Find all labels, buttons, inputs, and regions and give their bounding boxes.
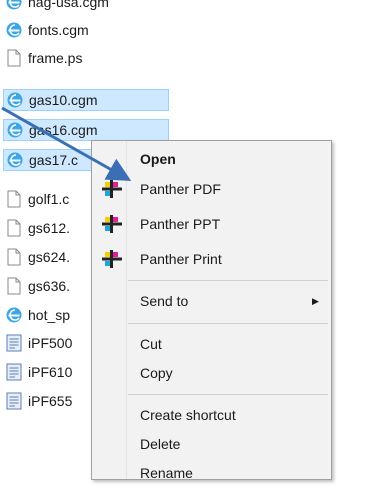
- file-name: iPF610: [28, 364, 73, 380]
- file-name: gs624.: [28, 249, 71, 265]
- menu-item-label: Open: [140, 151, 176, 167]
- blank-file-icon: [7, 248, 21, 266]
- menu-item-cut[interactable]: Cut: [92, 328, 331, 360]
- panther-icon: [102, 215, 122, 233]
- document-file-icon: [6, 334, 22, 352]
- file-name: nag-usa.cgm: [28, 0, 109, 10]
- file-name: iPF500: [28, 335, 73, 351]
- menu-item-label: Send to: [140, 293, 189, 309]
- menu-separator: [128, 323, 328, 324]
- cgm-file-icon: [7, 92, 23, 108]
- menu-item-create-shortcut[interactable]: Create shortcut: [92, 399, 331, 431]
- file-row[interactable]: gas16.cgm: [3, 119, 169, 141]
- menu-item-open[interactable]: Open: [92, 143, 331, 175]
- blank-file-icon: [7, 277, 21, 295]
- menu-item-panther-print[interactable]: Panther Print: [92, 243, 331, 275]
- menu-item-panther-pdf[interactable]: Panther PDF: [92, 173, 331, 205]
- menu-item-delete[interactable]: Delete: [92, 428, 331, 460]
- menu-item-label: Create shortcut: [140, 407, 236, 423]
- cgm-file-icon: [6, 307, 22, 323]
- document-file-icon: [6, 392, 22, 410]
- menu-item-label: Delete: [140, 436, 181, 452]
- document-file-icon: [6, 363, 22, 381]
- cgm-file-icon: [6, 0, 22, 10]
- cgm-file-icon: [7, 122, 23, 138]
- file-name: iPF655: [28, 393, 73, 409]
- file-name: gs612.: [28, 220, 71, 236]
- file-name: gas17.c: [29, 152, 79, 168]
- file-row[interactable]: frame.ps: [3, 47, 159, 69]
- menu-item-rename[interactable]: Rename: [92, 457, 331, 489]
- menu-item-label: Copy: [140, 365, 173, 381]
- cgm-file-icon: [7, 152, 23, 168]
- menu-item-label: Rename: [140, 465, 193, 481]
- file-name: gas10.cgm: [29, 92, 98, 108]
- menu-item-label: Panther PPT: [140, 216, 221, 232]
- file-name: golf1.c: [28, 191, 70, 207]
- file-row[interactable]: fonts.cgm: [3, 19, 159, 41]
- context-menu: Open Panther PDF Panther PPT Panther Pri…: [91, 140, 332, 481]
- blank-file-icon: [7, 49, 21, 67]
- file-name: gas16.cgm: [29, 122, 98, 138]
- file-row[interactable]: gas10.cgm: [3, 89, 169, 111]
- menu-item-label: Panther PDF: [140, 181, 221, 197]
- file-row[interactable]: nag-usa.cgm: [3, 0, 159, 13]
- menu-item-send-to[interactable]: Send to ▶: [92, 285, 331, 317]
- file-name: gs636.: [28, 278, 71, 294]
- panther-icon: [102, 180, 122, 198]
- menu-separator: [128, 280, 328, 281]
- submenu-arrow-icon: ▶: [312, 295, 319, 306]
- menu-item-copy[interactable]: Copy: [92, 357, 331, 389]
- file-name: frame.ps: [28, 50, 83, 66]
- menu-item-label: Cut: [140, 336, 162, 352]
- menu-item-label: Panther Print: [140, 251, 222, 267]
- blank-file-icon: [7, 190, 21, 208]
- file-name: hot_sp: [28, 307, 71, 323]
- menu-separator: [128, 394, 328, 395]
- panther-icon: [102, 250, 122, 268]
- menu-item-panther-ppt[interactable]: Panther PPT: [92, 208, 331, 240]
- blank-file-icon: [7, 219, 21, 237]
- cgm-file-icon: [6, 22, 22, 38]
- file-name: fonts.cgm: [28, 22, 89, 38]
